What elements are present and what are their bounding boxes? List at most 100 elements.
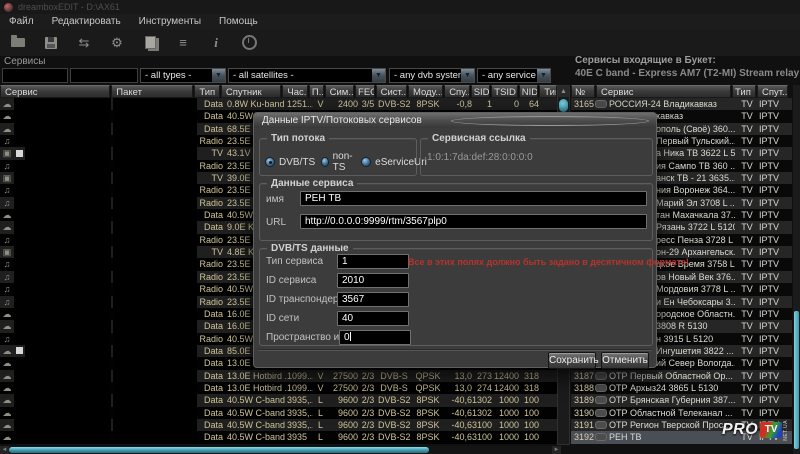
column-header[interactable]: Тип bbox=[194, 85, 220, 98]
service-type-icon bbox=[0, 110, 14, 122]
cancel-button[interactable]: Отменить bbox=[601, 352, 649, 369]
table-row[interactable]: 3189ОТР Брянская Губерния 387...TVIPTV bbox=[571, 394, 792, 406]
shutdown-button[interactable] bbox=[234, 32, 264, 54]
modulation-cell: 8PSK bbox=[410, 98, 446, 110]
save-button[interactable]: Сохранить bbox=[548, 352, 596, 369]
service-name-cell bbox=[14, 246, 111, 258]
table-row[interactable]: Data0.8W Ku-band ...1251...V24003/5DVB-S… bbox=[0, 98, 557, 110]
column-header[interactable]: Сервис bbox=[596, 85, 731, 98]
column-header[interactable]: Спутник bbox=[221, 85, 282, 98]
table-row[interactable]: 3165РОССИЯ-24 ВладикавказTVIPTV bbox=[571, 98, 792, 110]
satellite-cell: IPTV bbox=[759, 246, 792, 258]
package-cell bbox=[113, 431, 197, 443]
right-scrollbar-thumb[interactable] bbox=[794, 311, 799, 449]
chevron-down-icon[interactable]: ▼ bbox=[372, 69, 385, 82]
table-row[interactable]: Data40.5W C-band ...3935,...L96002/3DVB-… bbox=[0, 407, 557, 419]
column-header[interactable]: FEC bbox=[355, 85, 375, 98]
table-row[interactable]: Data13.0E Hotbird ...1099...V275002/3DVB… bbox=[0, 382, 557, 394]
type-cell: Data bbox=[199, 370, 225, 382]
type-filter-dropdown[interactable]: - all types - ▼ bbox=[140, 68, 226, 83]
system-cell: DVB-S2 bbox=[378, 98, 410, 110]
name-field[interactable]: РЕН ТВ bbox=[300, 191, 647, 206]
url-field[interactable]: http://0.0.0.0:9999/rtm/3567plp0 bbox=[300, 214, 647, 229]
type-cell: Data bbox=[199, 209, 225, 221]
chevron-down-icon[interactable]: ▼ bbox=[461, 69, 474, 82]
column-header[interactable]: NID bbox=[519, 85, 539, 98]
radio-icon bbox=[265, 157, 275, 167]
menu-file[interactable]: Файл bbox=[0, 16, 43, 27]
service-id-field[interactable]: 2010 bbox=[337, 273, 409, 288]
fec-cell: 2/3 bbox=[358, 370, 378, 382]
iptv-service-dialog: Данные IPTV/Потоковых сервисов Тип поток… bbox=[253, 112, 657, 368]
column-header[interactable]: Моду... bbox=[408, 85, 443, 98]
radio-dvbts[interactable]: DVB/TS bbox=[265, 151, 315, 173]
column-header[interactable]: Сист... bbox=[376, 85, 407, 98]
scroll-up-arrow-icon[interactable]: ▲ bbox=[558, 86, 569, 97]
service-name-cell: РЕН ТВ bbox=[608, 431, 735, 443]
dialog-titlebar[interactable]: Данные IPTV/Потоковых сервисов bbox=[254, 113, 656, 128]
column-header[interactable]: Тип bbox=[732, 85, 756, 98]
menu-tools[interactable]: Инструменты bbox=[130, 16, 210, 27]
chevron-down-icon[interactable]: ▼ bbox=[212, 69, 225, 82]
table-row[interactable]: Data40.5W C-band ...3935,...L96002/3DVB-… bbox=[0, 419, 557, 431]
column-header[interactable]: Спу... bbox=[444, 85, 470, 98]
fec-cell: 2/3 bbox=[358, 431, 378, 443]
table-row[interactable]: 3187ОТР Первый Областной Ор...TVIPTV bbox=[571, 370, 792, 382]
scroll-right-arrow-icon[interactable]: ► bbox=[552, 446, 561, 454]
column-header[interactable]: Пакет bbox=[111, 85, 193, 98]
table-row[interactable]: Data13.0E Hotbird ...1099...V275002/3DVB… bbox=[0, 370, 557, 382]
table-row[interactable]: 3188ОТР Архыз24 3865 L 5130TVIPTV bbox=[571, 382, 792, 394]
table-row[interactable]: Data40.5W C-band3935L96002/3DVB-S28PSK-4… bbox=[0, 431, 557, 443]
column-header[interactable]: TSID bbox=[491, 85, 517, 98]
package-cell bbox=[113, 419, 197, 431]
radio-nonts[interactable]: non-TS bbox=[321, 151, 355, 173]
symbolrate-cell: 9600 bbox=[328, 431, 358, 443]
service-name-cell bbox=[14, 160, 111, 172]
column-header[interactable]: Сервис bbox=[0, 85, 110, 98]
horizontal-scrollbar-thumb[interactable] bbox=[9, 447, 429, 453]
ftp-transfer-button[interactable]: ⇆ bbox=[69, 32, 99, 54]
open-file-button[interactable] bbox=[3, 32, 33, 54]
satellite-cell: IPTV bbox=[759, 197, 792, 209]
package-cell bbox=[113, 221, 197, 233]
menu-help[interactable]: Помощь bbox=[210, 16, 267, 27]
column-header[interactable]: Час... bbox=[282, 85, 308, 98]
column-header[interactable]: Спут... bbox=[757, 85, 788, 98]
package-search-input[interactable] bbox=[70, 68, 138, 83]
right-vertical-scrollbar[interactable] bbox=[793, 85, 800, 454]
service-name-cell: ОТР Брянская Губерния 387... bbox=[608, 394, 735, 406]
service-type-field[interactable]: 1 bbox=[337, 254, 409, 269]
network-id-field[interactable]: 40 bbox=[337, 311, 409, 326]
scroll-left-arrow-icon[interactable]: ◄ bbox=[0, 446, 9, 454]
service-name-cell bbox=[14, 98, 111, 110]
service-filter-dropdown[interactable]: - any service - ▼ bbox=[477, 68, 551, 83]
polarity-cell: V bbox=[313, 370, 328, 382]
namespace-field[interactable]: 0 bbox=[339, 330, 411, 345]
satellite-cell: IPTV bbox=[759, 370, 792, 382]
dvb-system-filter-dropdown[interactable]: - any dvb system - ▼ bbox=[389, 68, 475, 83]
frequency-cell: 1099... bbox=[287, 370, 313, 382]
satellite-filter-dropdown[interactable]: - all satellites - ▼ bbox=[228, 68, 386, 83]
radio-eserviceuri[interactable]: eServiceUri bbox=[361, 151, 427, 173]
save-button[interactable] bbox=[36, 32, 66, 54]
column-header[interactable]: SID bbox=[471, 85, 491, 98]
column-header[interactable]: Сим... bbox=[325, 85, 354, 98]
table-row[interactable]: 3190ОТР Областной Телеканал ...TVIPTV bbox=[571, 407, 792, 419]
settings-button[interactable]: ⚙ bbox=[102, 32, 132, 54]
info-button[interactable]: i bbox=[201, 32, 231, 54]
left-scrollbar-thumb[interactable] bbox=[559, 99, 568, 112]
column-header[interactable]: № bbox=[571, 85, 595, 98]
service-search-input[interactable] bbox=[2, 68, 68, 83]
copy-button[interactable] bbox=[135, 32, 165, 54]
close-icon[interactable] bbox=[451, 116, 650, 126]
type-cell: Data bbox=[199, 345, 225, 357]
table-row[interactable]: Data40.5W C-band ...3935,...L96002/3DVB-… bbox=[0, 394, 557, 406]
column-header[interactable]: Тип... bbox=[539, 85, 557, 98]
list-button[interactable]: ≡ bbox=[168, 32, 198, 54]
chevron-down-icon[interactable]: ▼ bbox=[537, 69, 550, 82]
menu-edit[interactable]: Редактировать bbox=[43, 16, 130, 27]
polarity-cell: L bbox=[313, 419, 328, 431]
transponder-id-field[interactable]: 3567 bbox=[337, 292, 409, 307]
column-header[interactable]: П... bbox=[309, 85, 324, 98]
horizontal-scrollbar[interactable]: ◄ ► bbox=[0, 446, 561, 454]
